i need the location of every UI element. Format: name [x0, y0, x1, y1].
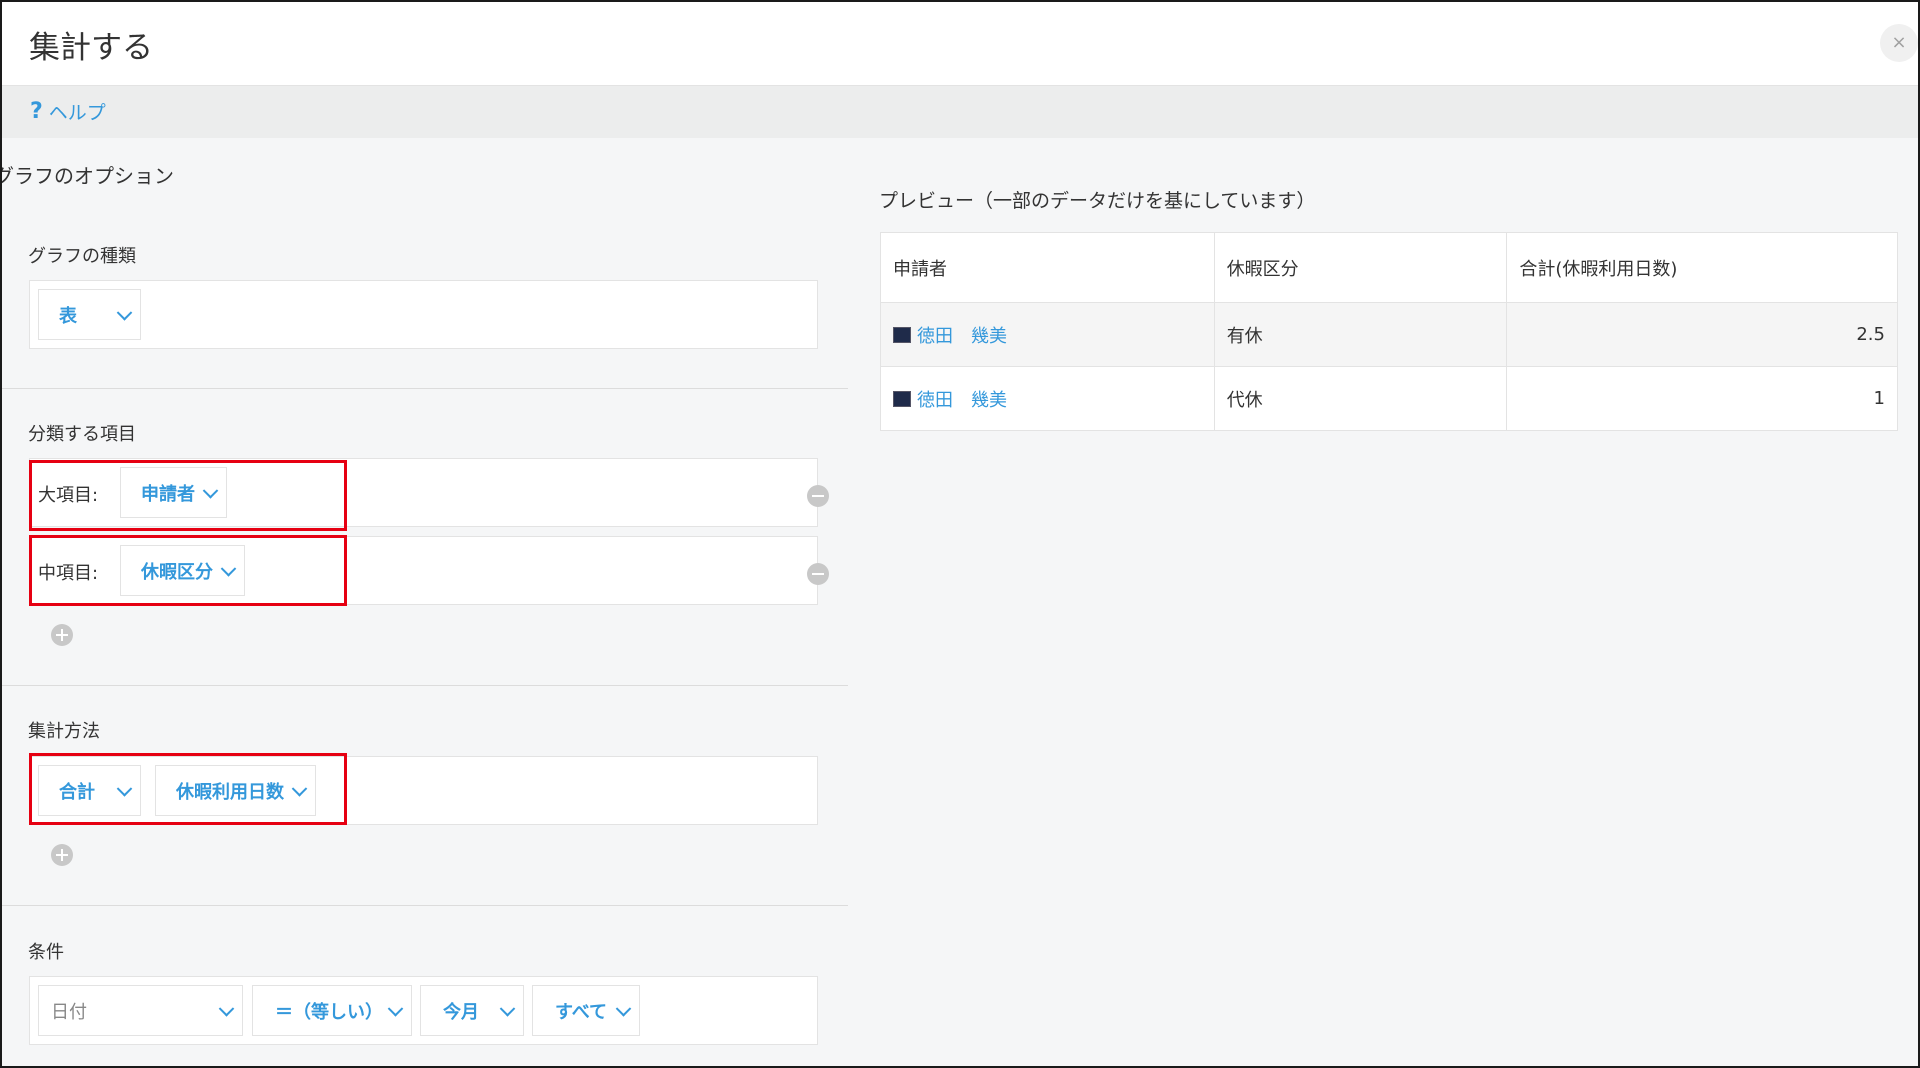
close-icon[interactable]: × — [1880, 24, 1918, 62]
total-cell: 1 — [1506, 366, 1898, 431]
options-title: グラフのオプション — [0, 164, 174, 188]
table-header-row: 申請者 休暇区分 合計(休暇利用日数) — [880, 232, 1898, 303]
preview-title: プレビュー（一部のデータだけを基にしています） — [879, 190, 1316, 212]
chevron-down-icon — [615, 1000, 632, 1017]
preview-table: 申請者 休暇区分 合計(休暇利用日数) 徳田 幾美 有休 2.5 徳田 幾美 代… — [880, 232, 1898, 431]
add-aggregation-button[interactable] — [51, 844, 73, 866]
condition-scope-select[interactable]: すべて — [532, 985, 640, 1036]
leave-type-cell: 有休 — [1213, 302, 1508, 367]
divider — [2, 685, 848, 686]
highlight-box-middle — [29, 535, 347, 606]
dialog: 集計する × ? ヘルプ グラフのオプション グラフの種類 表 分類する項目 大… — [0, 0, 1920, 1068]
condition-field-select[interactable]: 日付 — [38, 985, 243, 1036]
applicant-cell: 徳田 幾美 — [880, 366, 1215, 431]
condition-operator-value: ＝（等しい） — [275, 1001, 383, 1023]
dialog-header: 集計する × — [2, 2, 1918, 86]
table-row: 徳田 幾美 代休 1 — [880, 366, 1898, 431]
add-grouping-button[interactable] — [51, 624, 73, 646]
condition-operator-select[interactable]: ＝（等しい） — [252, 985, 412, 1036]
column-header: 休暇区分 — [1213, 232, 1508, 303]
graph-type-box: 表 — [29, 280, 818, 349]
table-row: 徳田 幾美 有休 2.5 — [880, 302, 1898, 367]
user-link[interactable]: 徳田 幾美 — [917, 322, 1007, 348]
highlight-box-major — [29, 460, 347, 531]
column-header: 合計(休暇利用日数) — [1506, 232, 1898, 303]
graph-type-value: 表 — [59, 305, 77, 327]
dialog-title: 集計する — [29, 30, 153, 66]
condition-value-value: 今月 — [443, 1001, 479, 1023]
condition-value-select[interactable]: 今月 — [420, 985, 524, 1036]
highlight-box-aggregation — [29, 753, 347, 825]
divider — [2, 388, 848, 389]
condition-field-value: 日付 — [51, 1001, 87, 1023]
graph-type-select[interactable]: 表 — [38, 289, 141, 340]
total-cell: 2.5 — [1506, 302, 1898, 367]
column-header: 申請者 — [880, 232, 1215, 303]
remove-middle-button[interactable] — [807, 563, 829, 585]
user-link[interactable]: 徳田 幾美 — [917, 386, 1007, 412]
divider — [2, 905, 848, 906]
conditions-label: 条件 — [28, 942, 64, 963]
condition-scope-value: すべて — [555, 1001, 608, 1023]
applicant-cell: 徳田 幾美 — [880, 302, 1215, 367]
avatar — [893, 390, 911, 407]
chevron-down-icon — [218, 1000, 235, 1017]
grouping-label: 分類する項目 — [28, 424, 136, 445]
chevron-down-icon — [387, 1000, 404, 1017]
help-label: ヘルプ — [48, 102, 106, 124]
aggregation-label: 集計方法 — [28, 721, 100, 742]
leave-type-cell: 代休 — [1213, 366, 1508, 431]
conditions-box: 日付 ＝（等しい） 今月 すべて — [29, 976, 818, 1045]
question-icon: ? — [30, 99, 43, 124]
help-link[interactable]: ? ヘルプ — [30, 98, 106, 125]
chevron-down-icon — [116, 304, 133, 321]
chevron-down-icon — [499, 1000, 516, 1017]
help-bar: ? ヘルプ — [2, 86, 1918, 138]
graph-type-label: グラフの種類 — [28, 246, 136, 267]
avatar — [893, 326, 911, 343]
remove-major-button[interactable] — [807, 485, 829, 507]
